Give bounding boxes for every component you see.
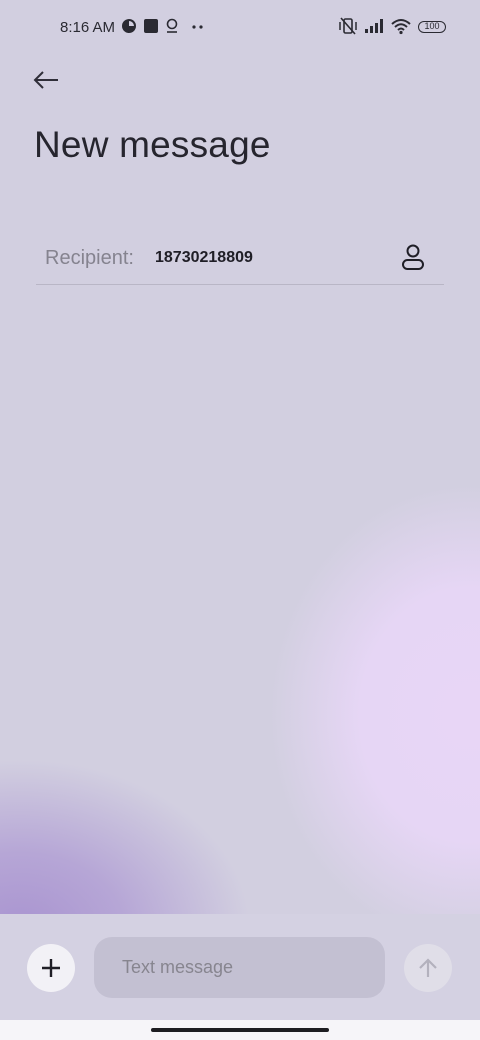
- battery-icon: 100: [418, 21, 446, 33]
- recipient-label: Recipient:: [45, 247, 134, 269]
- contact-person-icon[interactable]: [398, 242, 428, 272]
- square-app-icon: [144, 19, 158, 33]
- send-button[interactable]: [404, 944, 452, 992]
- more-dots-icon: [192, 25, 203, 29]
- notification-icon: [122, 19, 136, 33]
- recipient-field[interactable]: Recipient: 18730218809: [36, 234, 444, 285]
- signal-icon: [365, 19, 383, 33]
- back-arrow-icon[interactable]: [30, 66, 62, 94]
- message-composer: Text message: [0, 914, 480, 1020]
- recipient-value[interactable]: 18730218809: [155, 249, 253, 267]
- plus-icon: [42, 959, 60, 977]
- send-arrow-icon: [419, 958, 437, 977]
- add-attachment-button[interactable]: [27, 944, 75, 992]
- message-input-placeholder: Text message: [122, 957, 234, 977]
- vibrate-off-icon: [339, 17, 357, 35]
- location-icon: [166, 18, 178, 33]
- wifi-icon: [391, 19, 411, 35]
- status-bar: 8:16 AM 100: [0, 0, 480, 56]
- status-time: 8:16 AM: [60, 19, 116, 36]
- message-input[interactable]: Text message: [94, 937, 385, 998]
- home-gesture-handle[interactable]: [151, 1028, 329, 1032]
- navigation-bar: [0, 1020, 480, 1040]
- page-title: New message: [34, 124, 271, 165]
